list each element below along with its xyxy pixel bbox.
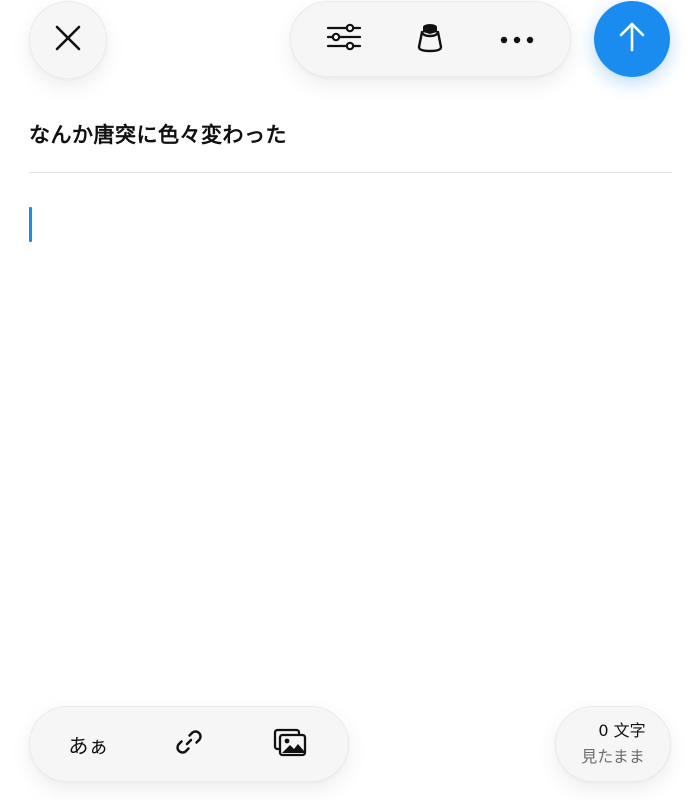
image-button[interactable] xyxy=(255,714,325,774)
char-count-unit: 文字 xyxy=(613,720,646,740)
title-divider xyxy=(29,172,672,173)
bottom-toolbar: あぁ xyxy=(29,706,349,782)
toolbar-group xyxy=(290,1,571,77)
editor-mode-status: 見たまま xyxy=(581,746,645,766)
text-style-button[interactable]: あぁ xyxy=(53,714,123,774)
close-icon xyxy=(53,23,83,57)
character-counter[interactable]: 0 文字 見たまま xyxy=(555,706,671,782)
body-editor[interactable] xyxy=(29,190,672,680)
arrow-up-icon xyxy=(617,21,647,57)
more-dots-icon xyxy=(499,30,535,49)
more-button[interactable] xyxy=(487,9,547,69)
images-icon xyxy=(273,727,307,761)
settings-button[interactable] xyxy=(314,9,374,69)
editor-screen: なんか唐突に色々変わった あぁ 0 文字 見たまま xyxy=(0,0,700,800)
char-count-value: 0 xyxy=(598,720,609,740)
sliders-icon xyxy=(326,22,362,56)
link-button[interactable] xyxy=(154,714,224,774)
title-field[interactable]: なんか唐突に色々変わった xyxy=(29,118,669,152)
ink-button[interactable] xyxy=(400,9,460,69)
link-icon xyxy=(174,727,204,761)
publish-button[interactable] xyxy=(594,1,670,77)
text-style-label: あぁ xyxy=(68,733,109,758)
char-count: 0 文字 xyxy=(580,720,645,742)
close-button[interactable] xyxy=(29,1,107,79)
ink-bottle-icon xyxy=(415,20,445,58)
text-cursor xyxy=(29,207,32,242)
